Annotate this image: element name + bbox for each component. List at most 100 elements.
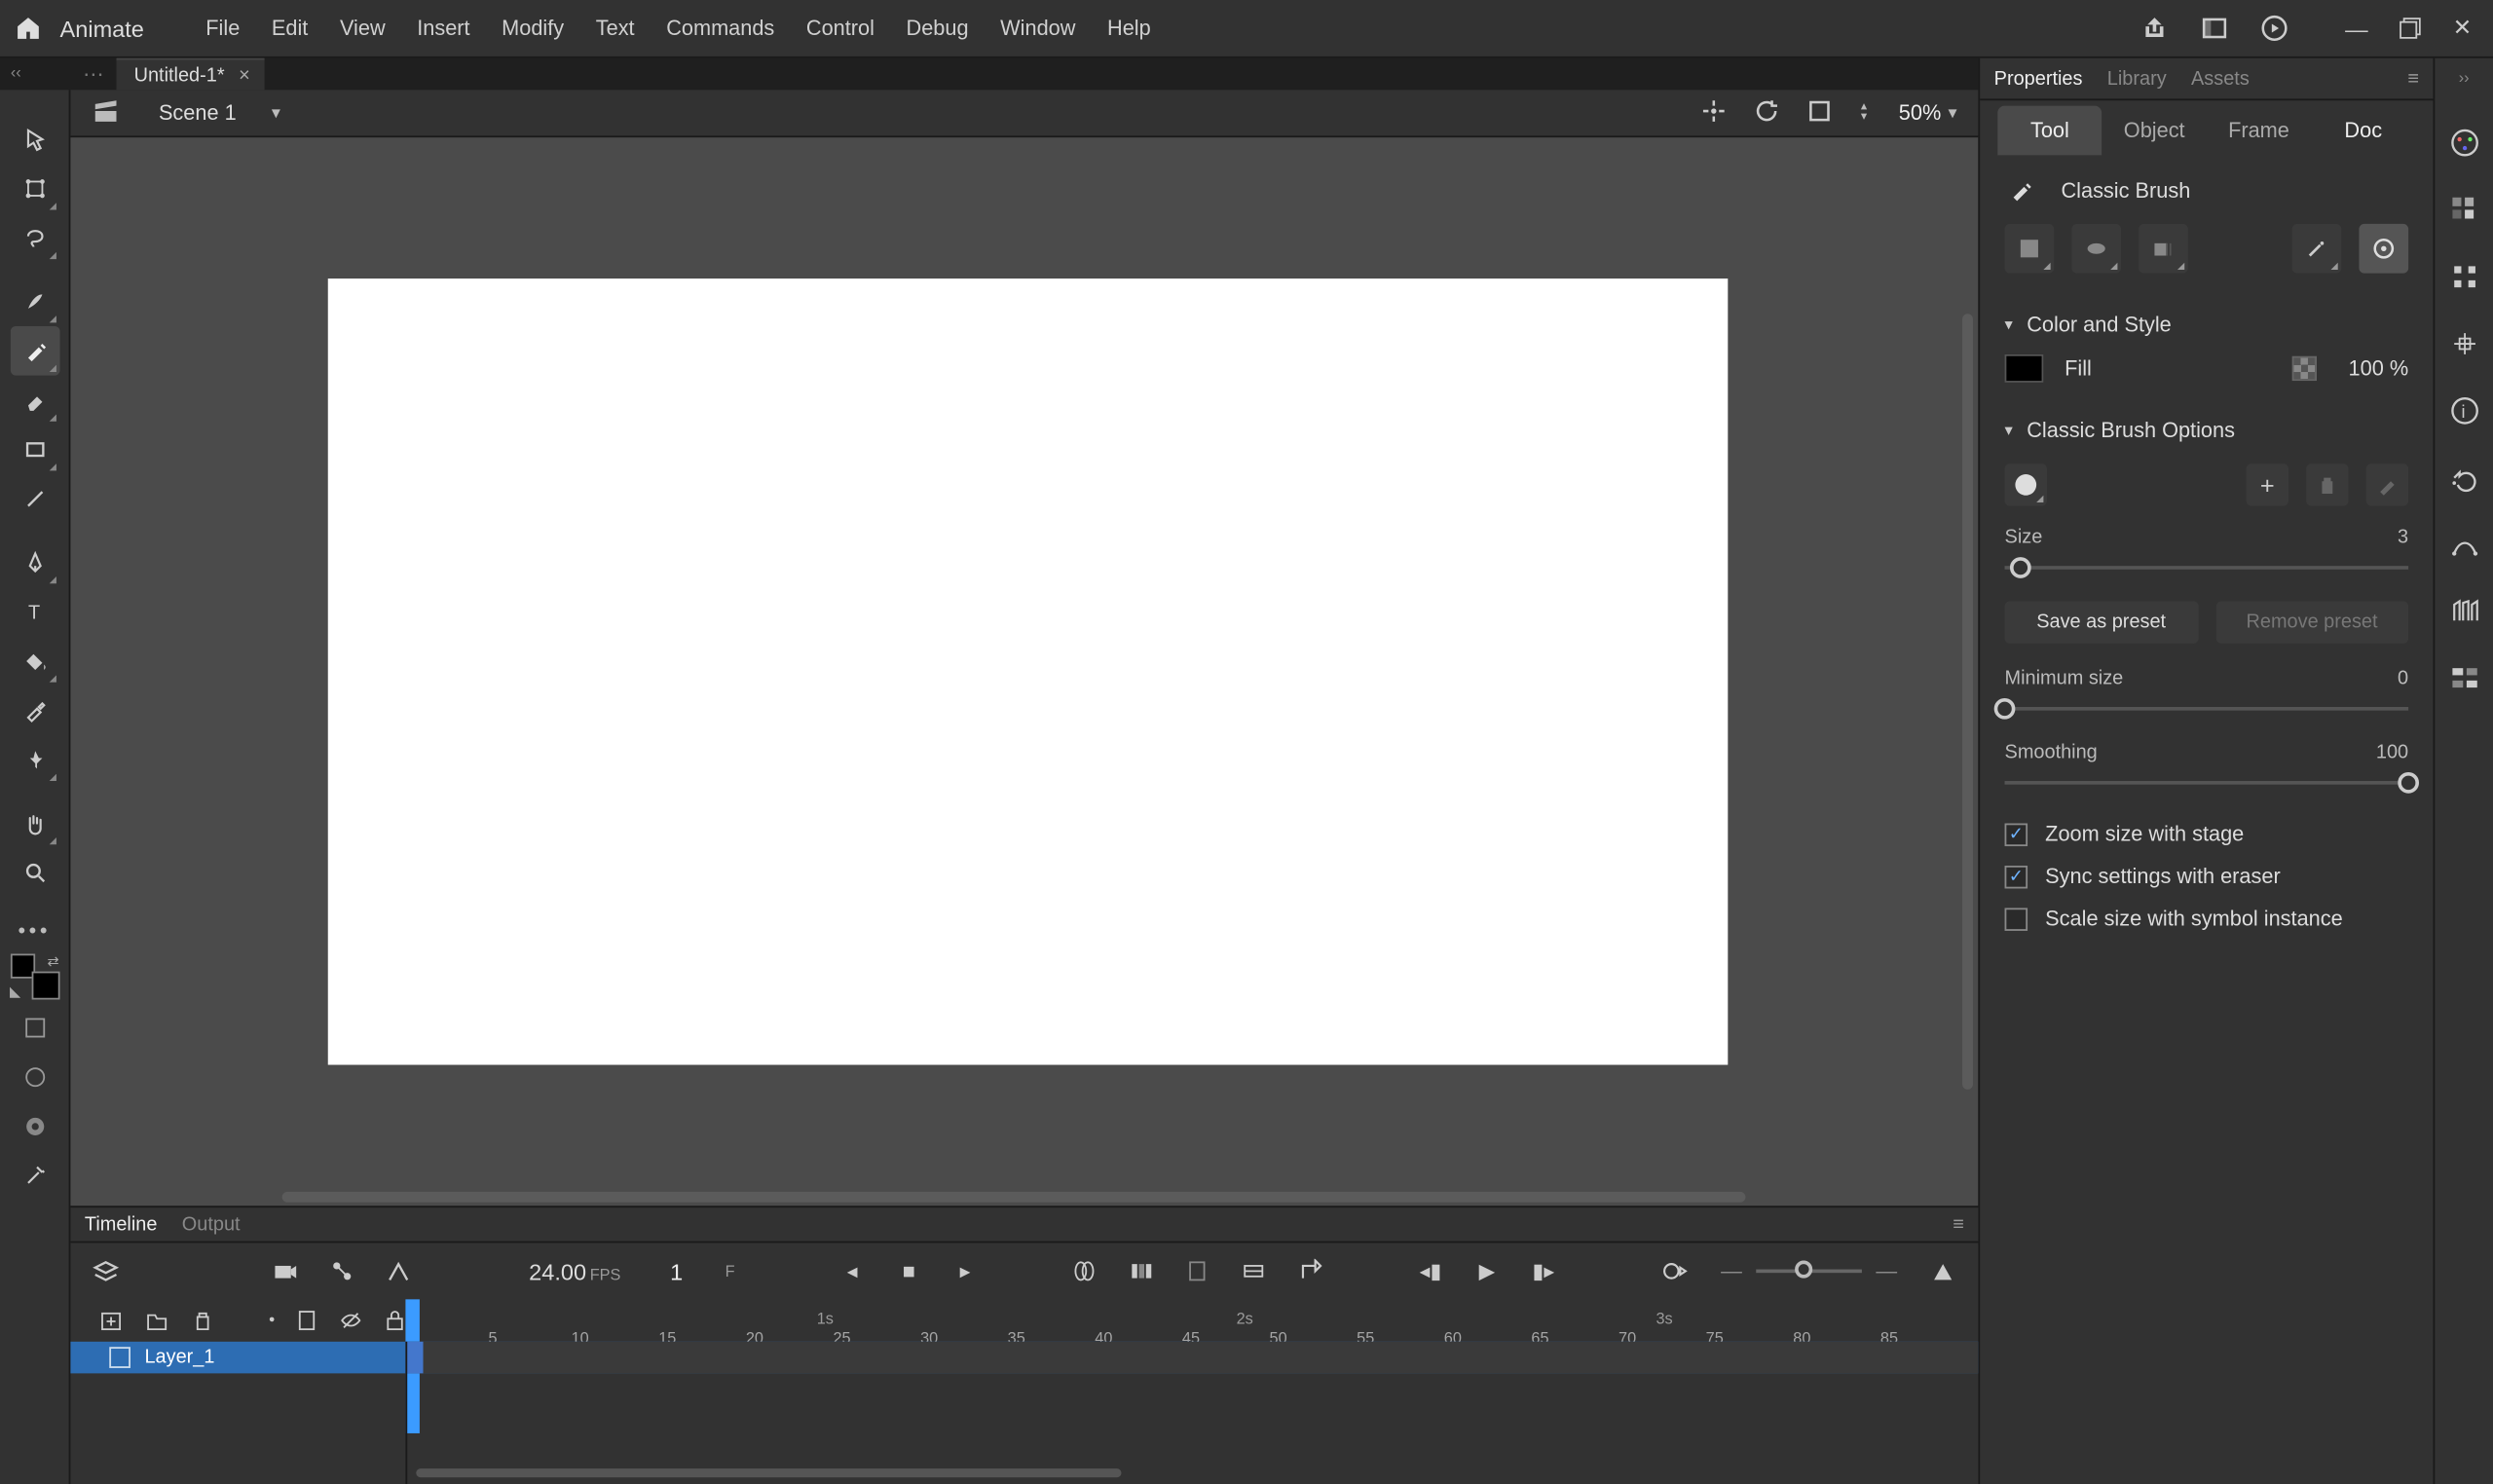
canvas-pasteboard[interactable] [70, 137, 1978, 1206]
classic-brush-tool[interactable] [10, 326, 59, 376]
tab-output[interactable]: Output [182, 1214, 241, 1236]
section-color-header[interactable]: ▾Color and Style [2005, 305, 2409, 351]
menu-debug[interactable]: Debug [890, 0, 985, 57]
fill-color-swatch[interactable] [2005, 354, 2044, 383]
menu-modify[interactable]: Modify [486, 0, 580, 57]
layer-depth-icon[interactable] [385, 1257, 413, 1285]
dock-transform-icon[interactable] [2446, 326, 2481, 361]
highlight-layer-icon[interactable]: ● [269, 1316, 276, 1326]
cb-sync-eraser[interactable]: Sync settings with eraser [2005, 855, 2409, 897]
new-layer-icon[interactable] [98, 1308, 123, 1332]
free-transform-tool[interactable] [10, 164, 59, 213]
menu-control[interactable]: Control [791, 0, 891, 57]
eraser-tool[interactable] [10, 376, 59, 426]
step-forward-icon[interactable]: ▮▸ [1529, 1257, 1557, 1285]
fps-value[interactable]: 24.00FPS [529, 1258, 620, 1284]
menu-window[interactable]: Window [985, 0, 1092, 57]
zoom-value[interactable]: 50% [1875, 100, 1942, 125]
menu-view[interactable]: View [324, 0, 401, 57]
scene-name[interactable]: Scene 1 [159, 100, 237, 125]
menu-commands[interactable]: Commands [651, 0, 791, 57]
loop-playback-icon[interactable] [1661, 1257, 1690, 1285]
fluid-brush-tool[interactable] [10, 277, 59, 326]
subtab-object[interactable]: Object [2102, 106, 2207, 156]
swatch-option-2-icon[interactable] [10, 1053, 59, 1102]
panel-tab-library[interactable]: Library [2107, 68, 2167, 90]
min-size-value[interactable]: 0 [2398, 668, 2408, 689]
zoom-spinner-icon[interactable]: ▴▾ [1861, 102, 1867, 124]
zoom-dropdown-chevron-icon[interactable]: ▾ [1949, 103, 1957, 123]
tab-timeline[interactable]: Timeline [85, 1214, 158, 1236]
panel-tab-assets[interactable]: Assets [2191, 68, 2250, 90]
dock-info-icon[interactable]: i [2446, 393, 2481, 428]
lasso-tool[interactable] [10, 213, 59, 263]
eyedropper-tool[interactable] [10, 686, 59, 735]
brush-size-slider[interactable]: Size3 [2005, 524, 2409, 598]
play-icon[interactable]: ▶ [1473, 1257, 1502, 1285]
dock-motion-icon[interactable] [2446, 527, 2481, 562]
marker-icon[interactable] [1184, 1257, 1212, 1285]
current-frame[interactable]: 1 [670, 1258, 683, 1284]
workspace-icon[interactable] [2201, 14, 2229, 42]
subtab-doc[interactable]: Doc [2311, 106, 2415, 156]
remove-preset-button[interactable]: Remove preset [2215, 601, 2408, 643]
fill-swatch[interactable] [31, 972, 59, 1000]
dock-color-icon[interactable] [2446, 126, 2481, 161]
window-minimize-icon[interactable]: — [2345, 15, 2368, 41]
paint-bucket-tool[interactable] [10, 637, 59, 686]
rectangle-tool[interactable] [10, 425, 59, 474]
timeline-menu-icon[interactable]: ≡ [1953, 1214, 1964, 1236]
default-colors-icon[interactable]: ◣ [10, 983, 20, 999]
keyframe-1[interactable] [405, 1342, 423, 1374]
pin-tool[interactable] [10, 735, 59, 785]
brush-mode-5-icon[interactable] [2359, 224, 2408, 274]
collapse-left-handle[interactable]: ‹‹ [11, 63, 21, 81]
zoom-control[interactable]: ▴▾ 50% ▾ [1861, 100, 1957, 125]
lock-layer-icon[interactable] [385, 1308, 406, 1332]
color-swatches[interactable]: ⇄ ◣ [10, 953, 59, 999]
dock-align-icon[interactable] [2446, 259, 2481, 294]
more-tools-icon[interactable]: ••• [18, 918, 51, 943]
delete-layer-icon[interactable] [191, 1308, 215, 1332]
canvas-hscrollbar[interactable] [282, 1192, 1746, 1203]
clip-stage-icon[interactable] [1808, 98, 1837, 127]
dock-swatches-icon[interactable] [2446, 192, 2481, 227]
insert-keyframe-icon[interactable]: ■ [895, 1257, 923, 1285]
window-restore-icon[interactable] [2400, 18, 2421, 39]
dock-history-icon[interactable] [2446, 461, 2481, 496]
magic-tool[interactable] [10, 1151, 59, 1201]
save-preset-button[interactable]: Save as preset [2005, 601, 2198, 643]
layer-parent-icon[interactable] [328, 1257, 356, 1285]
line-tool[interactable] [10, 474, 59, 524]
brush-mode-4-icon[interactable] [2292, 224, 2342, 274]
subtab-frame[interactable]: Frame [2207, 106, 2311, 156]
dock-collapse-handle[interactable]: ›› [2459, 69, 2470, 93]
document-tab-close-icon[interactable]: × [239, 64, 250, 86]
tab-grip-icon[interactable]: ⋯ [70, 58, 116, 91]
cb-scale-symbol[interactable]: Scale size with symbol instance [2005, 898, 2409, 940]
new-folder-icon[interactable] [144, 1308, 168, 1332]
swatch-option-1-icon[interactable] [10, 1003, 59, 1053]
brush-mode-3-icon[interactable] [2139, 224, 2188, 274]
dock-components-icon[interactable] [2446, 661, 2481, 696]
create-tween-icon[interactable] [1241, 1257, 1269, 1285]
brush-mode-2-icon[interactable] [2071, 224, 2121, 274]
timeline-zoom-slider[interactable]: — — [1721, 1259, 1897, 1283]
fill-opacity-value[interactable]: 100 % [2349, 356, 2409, 381]
menu-file[interactable]: File [190, 0, 256, 57]
brush-mode-1-icon[interactable] [2005, 224, 2055, 274]
menu-edit[interactable]: Edit [256, 0, 324, 57]
menu-insert[interactable]: Insert [401, 0, 486, 57]
stage-center-icon[interactable] [1702, 98, 1730, 127]
pen-tool[interactable] [10, 538, 59, 587]
window-close-icon[interactable]: ✕ [2453, 14, 2473, 42]
layer-name[interactable]: Layer_1 [144, 1347, 214, 1368]
transparency-icon[interactable] [2292, 356, 2317, 381]
stage[interactable] [328, 278, 1729, 1064]
edit-brush-preset-icon[interactable] [2366, 464, 2408, 505]
section-brush-header[interactable]: ▾Classic Brush Options [2005, 411, 2409, 457]
text-tool[interactable]: T [10, 587, 59, 637]
dock-library-icon[interactable] [2446, 594, 2481, 629]
menu-help[interactable]: Help [1092, 0, 1167, 57]
play-preview-icon[interactable] [2260, 14, 2288, 42]
